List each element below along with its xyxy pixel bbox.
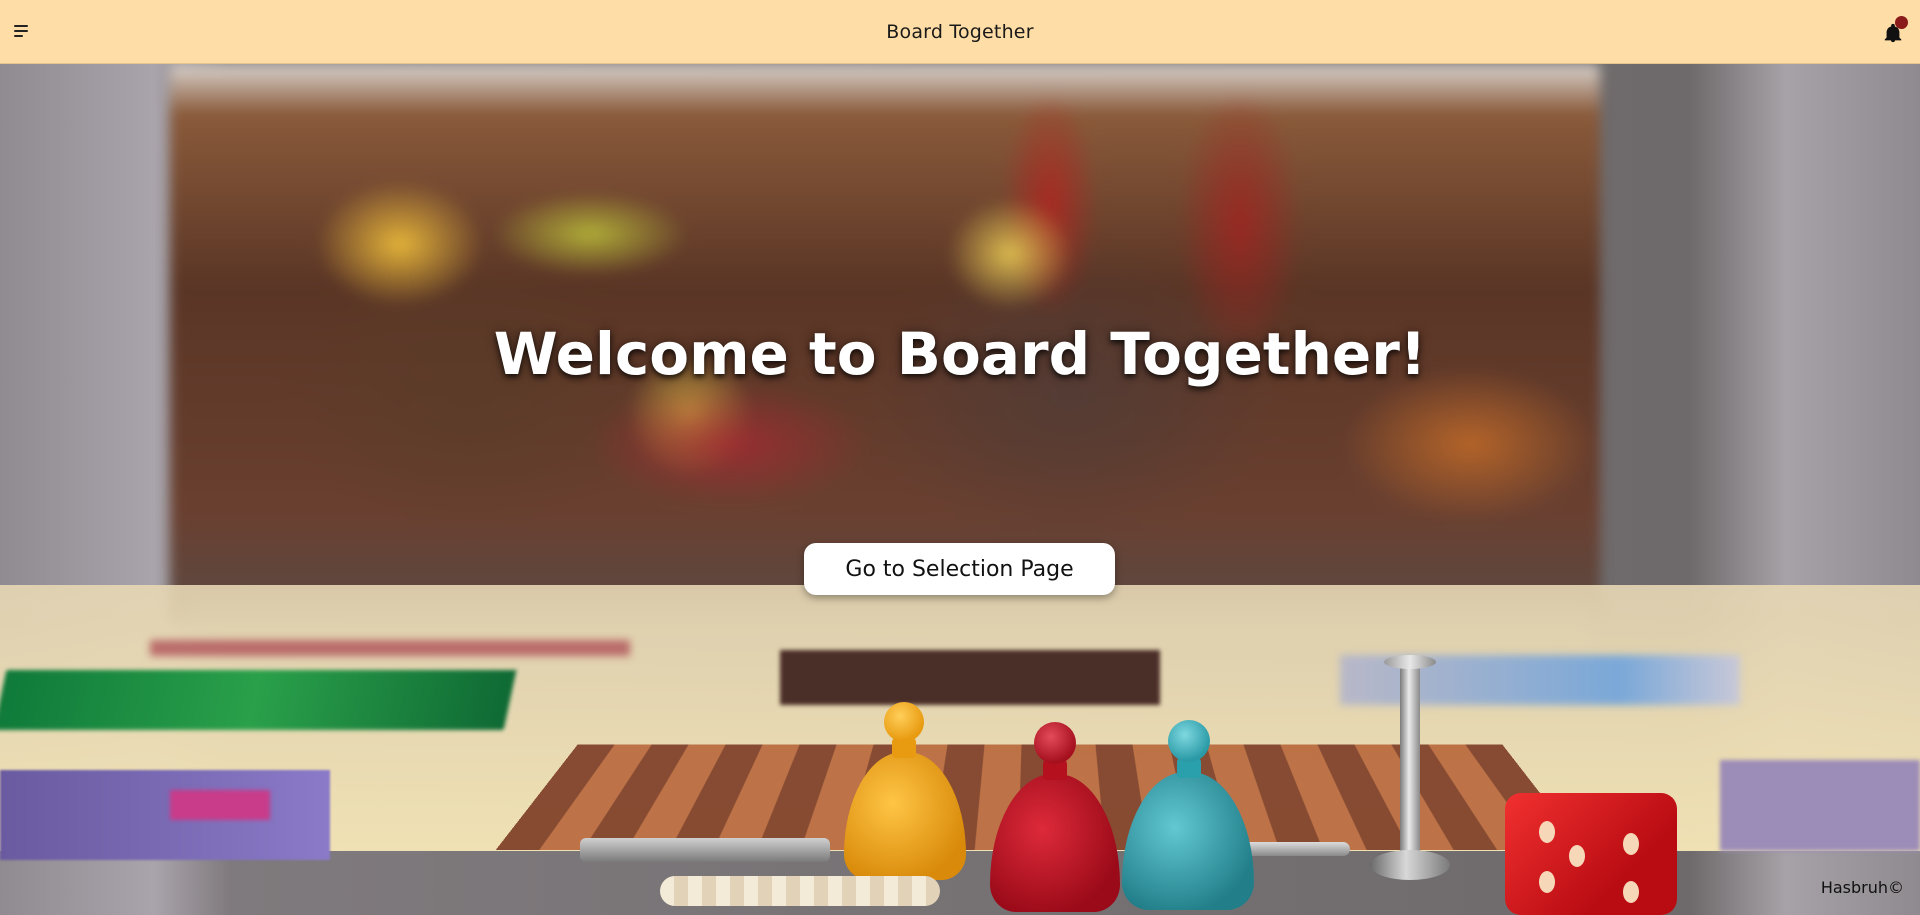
- hamburger-menu-icon[interactable]: [14, 20, 36, 42]
- red-pawn: [988, 722, 1122, 912]
- revolver-piece: [580, 832, 830, 872]
- red-die: [1505, 793, 1677, 915]
- app-title: Board Together: [886, 20, 1034, 43]
- welcome-heading: Welcome to Board Together!: [493, 320, 1427, 388]
- notifications-button[interactable]: [1880, 16, 1908, 46]
- top-app-bar: Board Together: [0, 0, 1920, 64]
- notification-badge-dot: [1895, 16, 1908, 29]
- rope-piece: [660, 876, 940, 906]
- go-to-selection-button[interactable]: Go to Selection Page: [804, 543, 1115, 595]
- teal-pawn: [1120, 720, 1256, 910]
- yellow-pawn: [840, 702, 970, 882]
- footer-brand: Hasbruh©: [1820, 878, 1904, 897]
- candlestick-piece: [1370, 655, 1450, 895]
